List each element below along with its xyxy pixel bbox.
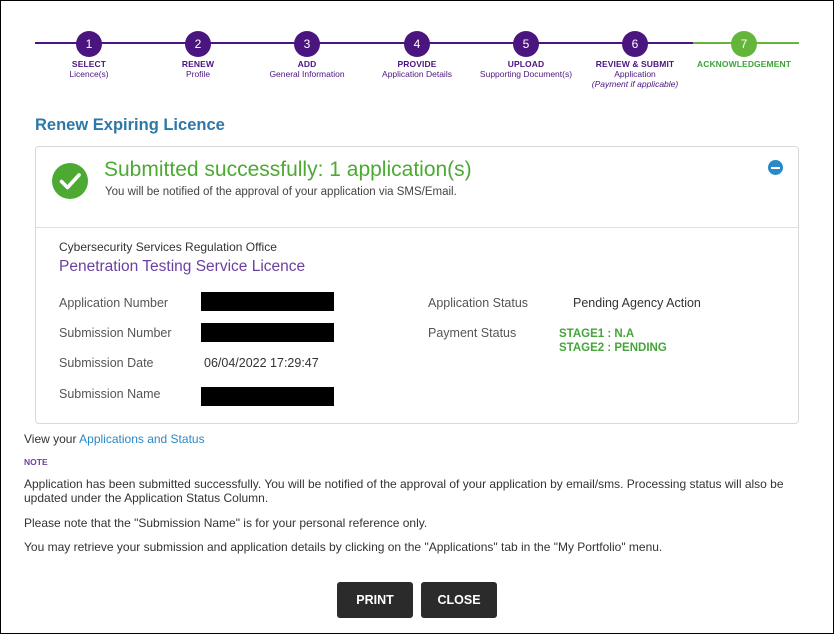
note-paragraph-3: You may retrieve your submission and app… [24,540,663,554]
step-number: 5 [513,31,539,57]
success-subtitle: You will be notified of the approval of … [105,186,457,198]
step-number: 2 [185,31,211,57]
payment-stage2: STAGE2 : PENDING [559,342,667,354]
step-upload: 5 UPLOAD Supporting Document(s) [471,31,581,79]
note-heading: NOTE [24,457,48,467]
step-number: 3 [294,31,320,57]
application-card: Submitted successfully: 1 application(s)… [35,146,799,424]
step-sublabel: Application Details [382,69,452,79]
progress-stepper: 1 SELECT Licence(s) 2 RENEW Profile 3 AD… [35,23,799,99]
step-note: (Payment if applicable) [591,79,679,89]
step-sublabel: Licence(s) [69,69,109,79]
licence-name: Penetration Testing Service Licence [59,258,306,275]
step-label: ADD [297,59,317,69]
step-sublabel: Profile [185,69,211,79]
result-header: Submitted successfully: 1 application(s)… [36,147,798,228]
submission-date-label: Submission Date [59,356,154,370]
note-paragraph-1: Application has been submitted successfu… [24,477,784,505]
step-number: 1 [76,31,102,57]
submission-number-redacted [201,323,334,342]
application-number-redacted [201,292,334,311]
applications-status-link[interactable]: Applications and Status [79,432,204,446]
step-sublabel: General Information [269,69,345,79]
agency-name: Cybersecurity Services Regulation Office [59,240,277,254]
step-acknowledgement: 7 ACKNOWLEDGEMENT [689,31,799,69]
step-label: REVIEW & SUBMIT [595,59,675,69]
step-label: SELECT [71,59,107,69]
close-button[interactable]: CLOSE [421,582,497,618]
step-renew: 2 RENEW Profile [143,31,253,79]
note-paragraph-2: Please note that the "Submission Name" i… [24,516,428,530]
step-sublabel: Supporting Document(s) [479,69,573,79]
minus-circle-icon[interactable] [768,160,783,175]
submission-name-label: Submission Name [59,387,161,401]
step-add: 3 ADD General Information [252,31,362,79]
check-circle-icon [52,163,88,199]
step-number: 7 [731,31,757,57]
application-status-value: Pending Agency Action [573,296,701,310]
success-title: Submitted successfully: 1 application(s) [104,158,472,181]
step-provide: 4 PROVIDE Application Details [362,31,472,79]
step-select: 1 SELECT Licence(s) [34,31,144,79]
step-label: RENEW [181,59,215,69]
page-title: Renew Expiring Licence [35,116,225,134]
step-number: 4 [404,31,430,57]
step-sublabel: Application [614,69,656,79]
submission-name-redacted [201,387,334,406]
step-label: PROVIDE [397,59,437,69]
application-number-label: Application Number [59,296,169,310]
submission-number-label: Submission Number [59,326,172,340]
step-number: 6 [622,31,648,57]
view-applications-line: View your Applications and Status [24,432,205,446]
payment-stage1: STAGE1 : N.A [559,328,635,340]
payment-status-label: Payment Status [428,326,517,340]
submission-date-value: 06/04/2022 17:29:47 [204,356,319,370]
step-label: ACKNOWLEDGEMENT [696,59,792,69]
print-button[interactable]: PRINT [337,582,413,618]
step-review-submit: 6 REVIEW & SUBMIT Application (Payment i… [580,31,690,89]
application-status-label: Application Status [428,296,529,310]
view-prefix: View your [24,432,80,446]
step-label: UPLOAD [507,59,545,69]
